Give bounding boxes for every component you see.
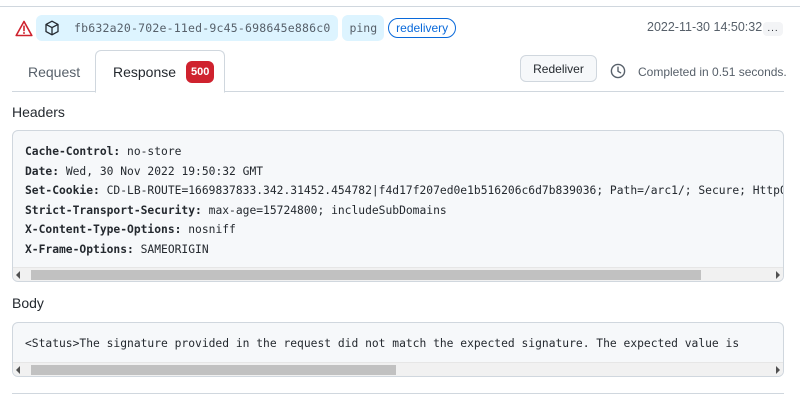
headers-section-title: Headers	[12, 104, 65, 120]
scroll-right-arrow-icon[interactable]	[776, 271, 780, 279]
top-divider	[0, 6, 800, 7]
scroll-left-arrow-icon[interactable]	[16, 271, 20, 279]
body-content: <Status>The signature provided in the re…	[25, 337, 740, 350]
headers-list: Cache-Control: no-store Date: Wed, 30 Nov…	[25, 142, 784, 260]
delivery-timestamp: 2022-11-30 14:50:32	[647, 20, 763, 34]
header-value: nosniff	[181, 223, 236, 237]
header-value: no-store	[120, 145, 182, 158]
body-content-wrapper: <Status>The signature provided in the re…	[25, 334, 739, 354]
scroll-right-arrow-icon[interactable]	[776, 366, 780, 374]
event-name-pill: ping	[342, 15, 385, 41]
headers-horizontal-scrollbar[interactable]	[13, 267, 783, 281]
completion-time: Completed in 0.51 seconds.	[638, 65, 787, 79]
alert-triangle-icon	[14, 19, 34, 37]
header-key: Date:	[25, 164, 60, 178]
scroll-left-arrow-icon[interactable]	[16, 366, 20, 374]
header-value: CD-LB-ROUTE=1669837833.342.31452.454782|…	[99, 184, 784, 198]
tab-request-label: Request	[28, 63, 81, 80]
header-line: Set-Cookie: CD-LB-ROUTE=1669837833.342.3…	[25, 181, 784, 201]
header-line: Cache-Control: no-store	[25, 142, 783, 162]
tab-response-label: Response	[113, 63, 177, 80]
body-section-title: Body	[12, 295, 44, 311]
header-value: max-age=15724800; includeSubDomains	[201, 203, 447, 217]
more-options-button[interactable]: ...	[763, 22, 783, 36]
header-key: X-Content-Type-Options:	[25, 223, 182, 237]
delivery-guid-pill[interactable]: fb632a20-702e-11ed-9c45-698645e886c0	[36, 15, 339, 41]
clock-icon	[610, 63, 626, 79]
package-icon	[44, 20, 60, 36]
header-line: X-Frame-Options: SAMEORIGIN	[25, 240, 783, 260]
header-value: SAMEORIGIN	[133, 242, 209, 256]
header-key: X-Frame-Options:	[25, 242, 134, 256]
scrollbar-thumb[interactable]	[31, 365, 396, 375]
redeliver-button[interactable]: Redeliver	[520, 55, 597, 82]
headers-code-block: Cache-Control: no-store Date: Wed, 30 Nov…	[12, 130, 784, 282]
header-line: X-Content-Type-Options: nosniff	[25, 220, 783, 240]
response-status-badge: 500	[186, 60, 215, 83]
tab-request[interactable]: Request	[28, 50, 80, 93]
header-key: Set-Cookie:	[25, 184, 100, 198]
header-key: Cache-Control:	[25, 145, 121, 158]
tab-response[interactable]: Response 500	[95, 50, 225, 93]
body-code-block: <Status>The signature provided in the re…	[12, 322, 784, 377]
header-value: Wed, 30 Nov 2022 19:50:32 GMT	[59, 164, 264, 178]
delivery-header: fb632a20-702e-11ed-9c45-698645e886c0 pin…	[14, 15, 457, 41]
scrollbar-thumb[interactable]	[31, 270, 701, 280]
redelivery-badge: redelivery	[388, 18, 457, 38]
body-horizontal-scrollbar[interactable]	[13, 362, 783, 376]
header-line: Date: Wed, 30 Nov 2022 19:50:32 GMT	[25, 162, 783, 182]
header-line: Strict-Transport-Security: max-age=15724…	[25, 201, 783, 221]
header-key: Strict-Transport-Security:	[25, 203, 202, 217]
ellipsis-icon: ...	[767, 23, 779, 34]
bottom-divider	[12, 393, 784, 394]
delivery-guid: fb632a20-702e-11ed-9c45-698645e886c0	[74, 21, 331, 35]
